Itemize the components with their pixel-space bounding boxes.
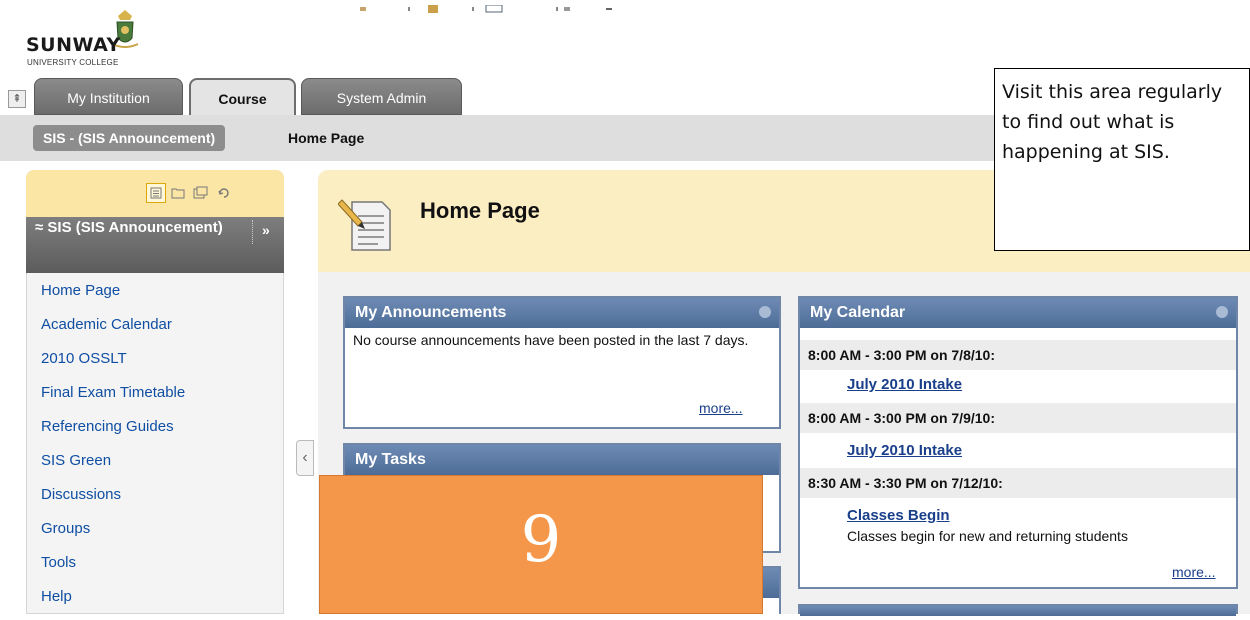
institution-logo: SUNWAY UNIVERSITY COLLEGE [26, 6, 139, 68]
course-menu-list: Home Page Academic Calendar 2010 OSSLT F… [41, 280, 185, 620]
course-menu-title-text: SIS (SIS Announcement) [47, 219, 223, 236]
calendar-header: My Calendar [800, 298, 1236, 328]
annotation-callout: Visit this area regularly to find out wh… [994, 68, 1250, 251]
toolbar-icon [471, 0, 512, 16]
step-number-marker: 9 [319, 475, 763, 614]
tasks-header: My Tasks [345, 445, 779, 475]
toolbar-icon [546, 0, 616, 16]
logo-wordmark: SUNWAY [26, 34, 121, 56]
tab-course[interactable]: Course [189, 78, 296, 115]
calendar-more-link[interactable]: more... [1172, 564, 1216, 580]
tab-my-institution[interactable]: My Institution [34, 78, 183, 115]
announcements-empty-text: No course announcements have been posted… [353, 332, 749, 348]
toolbar-remnant [360, 0, 646, 16]
menu-item-academic-calendar[interactable]: Academic Calendar [41, 314, 185, 348]
breadcrumb-course[interactable]: SIS - (SIS Announcement) [33, 125, 226, 151]
refresh-icon[interactable] [214, 183, 234, 203]
new-window-icon[interactable] [190, 183, 210, 203]
calendar-event-link[interactable]: July 2010 Intake [847, 376, 962, 393]
calendar-event-time: 8:00 AM - 3:00 PM on 7/9/10: [800, 403, 1236, 433]
menu-item-final-exam-timetable[interactable]: Final Exam Timetable [41, 382, 185, 416]
menu-item-home-page[interactable]: Home Page [41, 280, 185, 314]
logo-subtitle: UNIVERSITY COLLEGE [27, 58, 119, 67]
page-title: Home Page [420, 198, 540, 223]
menu-item-2010-osslt[interactable]: 2010 OSSLT [41, 348, 185, 382]
folder-view-icon[interactable] [168, 183, 188, 203]
module-partial [798, 604, 1238, 616]
course-menu-title[interactable]: ≈ SIS (SIS Announcement) [35, 219, 250, 237]
document-icon [338, 199, 391, 251]
calendar-event-link[interactable]: Classes Begin [847, 507, 950, 524]
menu-item-sis-green[interactable]: SIS Green [41, 450, 185, 484]
module-partial-header [800, 606, 1236, 616]
menu-item-help[interactable]: Help [41, 586, 185, 620]
announcements-module: My Announcements No course announcements… [343, 296, 781, 429]
calendar-module: My Calendar 8:00 AM - 3:00 PM on 7/8/10:… [798, 296, 1238, 589]
expand-arrow-icon[interactable]: » [262, 222, 270, 238]
menu-item-groups[interactable]: Groups [41, 518, 185, 552]
collapse-menu-button[interactable]: ‹ [296, 440, 314, 476]
menu-divider [252, 220, 254, 244]
calendar-event-time: 8:30 AM - 3:30 PM on 7/12/10: [800, 468, 1236, 498]
menu-item-discussions[interactable]: Discussions [41, 484, 185, 518]
pin-toggle-icon[interactable]: ⇞ [8, 90, 26, 108]
announcements-header: My Announcements [345, 298, 779, 328]
list-view-icon[interactable] [146, 183, 166, 203]
menu-item-referencing-guides[interactable]: Referencing Guides [41, 416, 185, 450]
collapse-chevron-icon: ≈ [35, 219, 48, 236]
gear-icon[interactable] [1216, 306, 1228, 318]
calendar-event-time: 8:00 AM - 3:00 PM on 7/8/10: [800, 340, 1236, 370]
breadcrumb-current-page: Home Page [288, 130, 365, 146]
menu-item-tools[interactable]: Tools [41, 552, 185, 586]
gear-icon[interactable] [759, 306, 771, 318]
calendar-event-description: Classes begin for new and returning stud… [847, 528, 1128, 544]
announcements-more-link[interactable]: more... [699, 400, 743, 416]
tab-system-admin[interactable]: System Admin [301, 78, 462, 115]
toolbar-icon [407, 0, 438, 16]
toolbar-icon [360, 0, 374, 16]
calendar-event-link[interactable]: July 2010 Intake [847, 442, 962, 459]
